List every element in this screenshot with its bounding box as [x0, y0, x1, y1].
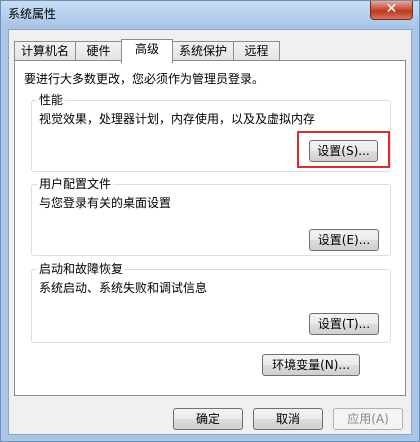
- tab-hardware[interactable]: 硬件: [75, 41, 122, 61]
- apply-button[interactable]: 应用(A): [333, 408, 403, 430]
- tab-advanced[interactable]: 高级: [121, 39, 173, 63]
- ok-button[interactable]: 确定: [173, 408, 243, 430]
- tab-computer-name[interactable]: 计算机名: [14, 41, 76, 61]
- tab-system-protection[interactable]: 系统保护: [172, 41, 234, 61]
- startup-recovery-group-label: 启动和故障恢复: [37, 262, 126, 276]
- close-button[interactable]: ✕: [370, 1, 413, 20]
- startup-recovery-group: 启动和故障恢复 系统启动、系统失败和调试信息 设置(T)...: [31, 262, 391, 343]
- performance-group-label: 性能: [37, 93, 66, 107]
- highlight-box: [297, 131, 390, 168]
- system-properties-window: 系统属性 ✕ 计算机名 硬件 高级 系统保护 远程 要进行大多数更改，您必须作为…: [0, 0, 420, 442]
- dialog-client-area: 计算机名 硬件 高级 系统保护 远程 要进行大多数更改，您必须作为管理员登录。 …: [8, 29, 412, 435]
- startup-recovery-description: 系统启动、系统失败和调试信息: [39, 281, 208, 295]
- startup-recovery-settings-button[interactable]: 设置(T)...: [309, 313, 379, 335]
- user-profile-settings-button[interactable]: 设置(E)...: [309, 229, 379, 251]
- user-profile-group-label: 用户配置文件: [37, 177, 114, 191]
- cancel-button[interactable]: 取消: [253, 408, 323, 430]
- user-profile-description: 与您登录有关的桌面设置: [39, 196, 172, 210]
- window-title: 系统属性: [8, 7, 57, 21]
- tab-strip: 计算机名 硬件 高级 系统保护 远程: [14, 39, 409, 63]
- advanced-tab-panel: 要进行大多数更改，您必须作为管理员登录。 性能 视觉效果，处理器计划，内存使用，…: [14, 60, 406, 396]
- environment-variables-button[interactable]: 环境变量(N)...: [262, 354, 360, 376]
- user-profile-group: 用户配置文件 与您登录有关的桌面设置 设置(E)...: [31, 177, 391, 256]
- performance-description: 视觉效果，处理器计划，内存使用，以及及虚拟内存: [39, 112, 316, 126]
- title-bar[interactable]: 系统属性 ✕: [1, 1, 419, 29]
- admin-notice: 要进行大多数更改，您必须作为管理员登录。: [24, 72, 265, 86]
- tab-remote[interactable]: 远程: [233, 41, 280, 61]
